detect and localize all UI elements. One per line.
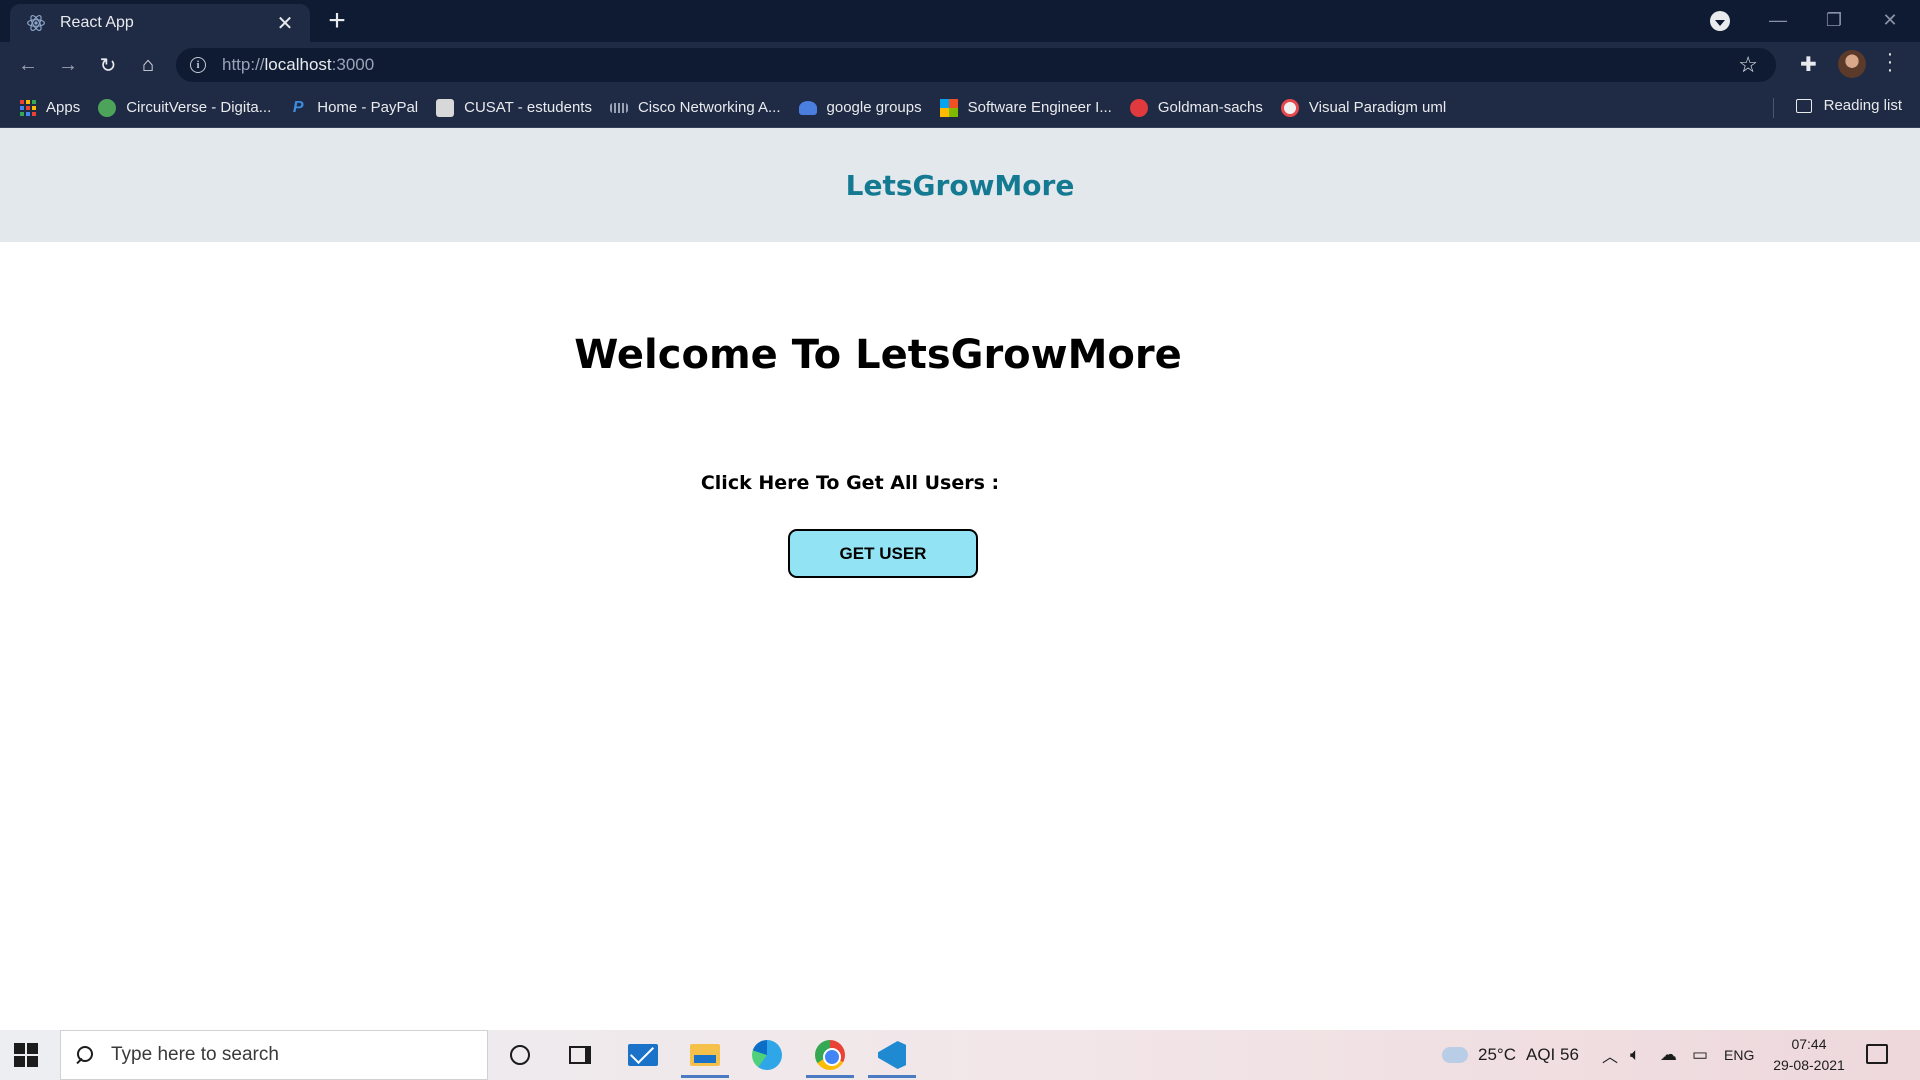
profile-avatar[interactable] xyxy=(1838,50,1866,78)
notification-icon[interactable] xyxy=(1866,1044,1888,1064)
bookmark-label: google groups xyxy=(826,99,922,116)
bookmark-label: CUSAT - estudents xyxy=(464,99,592,116)
paypal-icon: P xyxy=(289,98,308,117)
bookmark-software-engineer[interactable]: Software Engineer I... xyxy=(939,98,1112,117)
search-placeholder: Type here to search xyxy=(111,1044,279,1065)
site-header: LetsGrowMore xyxy=(0,128,1920,242)
battery-icon[interactable]: ▭ xyxy=(1692,1030,1708,1080)
temperature: 25°C xyxy=(1478,1045,1516,1064)
google-groups-icon xyxy=(798,100,817,115)
bookmark-visual-paradigm[interactable]: Visual Paradigm uml xyxy=(1280,98,1447,117)
windows-taskbar: Type here to search 25°C AQI 56 ︿ 🔈︎ ☁︎ … xyxy=(0,1030,1920,1080)
language-indicator[interactable]: ENG xyxy=(1724,1030,1754,1080)
search-icon xyxy=(75,1046,93,1064)
bookmark-apps[interactable]: Apps xyxy=(20,99,80,116)
cortana-icon[interactable] xyxy=(503,1038,537,1072)
bookmark-label: Apps xyxy=(46,99,81,116)
onedrive-icon[interactable]: ☁︎ xyxy=(1660,1030,1677,1080)
tab-react-app[interactable]: React App ✕ xyxy=(10,4,310,42)
bookmarks-divider xyxy=(1773,98,1774,118)
chevron-up-icon[interactable]: ︿ xyxy=(1602,1030,1618,1080)
home-icon[interactable]: ⌂ xyxy=(132,49,164,81)
bookmark-circuitverse[interactable]: CircuitVerse - Digita... xyxy=(98,98,272,117)
chrome-icon[interactable] xyxy=(806,1038,854,1078)
star-icon[interactable]: ☆ xyxy=(1738,52,1758,78)
forward-arrow-icon[interactable]: → xyxy=(52,49,84,81)
circuitverse-icon xyxy=(98,98,117,117)
bookmark-label: Goldman-sachs xyxy=(1157,99,1263,116)
bookmark-label: Software Engineer I... xyxy=(967,99,1112,116)
weather-widget[interactable]: 25°C AQI 56 xyxy=(1442,1030,1579,1080)
close-icon[interactable]: ✕ xyxy=(274,11,296,36)
url-text: http://localhost:3000 xyxy=(222,55,375,74)
volume-icon[interactable]: 🔈︎ xyxy=(1630,1030,1640,1080)
bookmark-google-groups[interactable]: google groups xyxy=(798,99,922,116)
system-clock[interactable]: 07:44 29-08-2021 xyxy=(1764,1034,1854,1076)
bookmarks-bar: Apps CircuitVerse - Digita... P Home - P… xyxy=(0,88,1920,128)
get-users-prompt: Click Here To Get All Users : xyxy=(700,472,1000,494)
visual-paradigm-icon xyxy=(1280,98,1299,117)
extensions-icon[interactable]: ✚ xyxy=(1800,52,1817,77)
reload-icon[interactable]: ↻ xyxy=(92,49,124,81)
info-icon[interactable]: i xyxy=(190,57,206,73)
mail-icon[interactable] xyxy=(626,1038,660,1072)
restore-button[interactable]: ❐ xyxy=(1806,0,1862,40)
bookmark-paypal[interactable]: P Home - PayPal xyxy=(289,98,419,117)
bookmark-label: Cisco Networking A... xyxy=(637,99,781,116)
address-bar[interactable]: i http://localhost:3000 ☆ xyxy=(176,48,1776,82)
plus-icon[interactable]: + xyxy=(322,6,352,36)
aqi: AQI 56 xyxy=(1525,1045,1579,1064)
cisco-icon xyxy=(609,102,628,113)
apps-grid-icon xyxy=(20,99,36,116)
chevron-down-icon xyxy=(1715,19,1725,26)
page-title: Welcome To LetsGrowMore xyxy=(574,332,1182,378)
task-view-icon[interactable] xyxy=(563,1038,597,1072)
reading-list-icon xyxy=(1795,98,1812,113)
react-logo-icon xyxy=(27,15,45,31)
tab-search-button[interactable] xyxy=(1710,11,1730,31)
brand-logo[interactable]: LetsGrowMore xyxy=(846,169,1075,202)
windows-start-icon[interactable] xyxy=(14,1043,38,1067)
bookmark-cisco[interactable]: Cisco Networking A... xyxy=(609,99,781,116)
weather-icon xyxy=(1442,1047,1468,1063)
goldman-sachs-icon xyxy=(1129,98,1148,117)
bookmark-cusat[interactable]: CUSAT - estudents xyxy=(436,98,592,117)
clock-date: 29-08-2021 xyxy=(1773,1057,1845,1073)
reading-list-button[interactable]: Reading list xyxy=(1795,97,1902,114)
vscode-icon[interactable] xyxy=(868,1038,916,1078)
clock-time: 07:44 xyxy=(1791,1036,1827,1052)
tab-title: React App xyxy=(60,14,134,31)
file-explorer-icon[interactable] xyxy=(681,1038,729,1078)
browser-toolbar: ← → ↻ ⌂ i http://localhost:3000 ☆ ✚ · · · xyxy=(0,42,1920,88)
more-menu-icon[interactable]: · · · xyxy=(1882,44,1898,80)
bookmark-goldman-sachs[interactable]: Goldman-sachs xyxy=(1129,98,1263,117)
back-arrow-icon[interactable]: ← xyxy=(12,49,44,81)
browser-tab-strip: React App ✕ + — ❐ ✕ xyxy=(0,0,1920,42)
get-user-button[interactable]: GET USER xyxy=(788,529,978,578)
bookmark-label: Visual Paradigm uml xyxy=(1308,99,1447,116)
bookmark-label: CircuitVerse - Digita... xyxy=(126,99,272,116)
taskbar-search-input[interactable]: Type here to search xyxy=(60,1030,488,1080)
minimize-button[interactable]: — xyxy=(1750,0,1806,40)
cusat-icon xyxy=(436,98,455,117)
reading-list-label: Reading list xyxy=(1823,97,1902,114)
edge-icon[interactable] xyxy=(750,1038,784,1072)
close-window-button[interactable]: ✕ xyxy=(1862,0,1918,40)
bookmark-label: Home - PayPal xyxy=(317,99,419,116)
microsoft-icon xyxy=(939,98,958,117)
